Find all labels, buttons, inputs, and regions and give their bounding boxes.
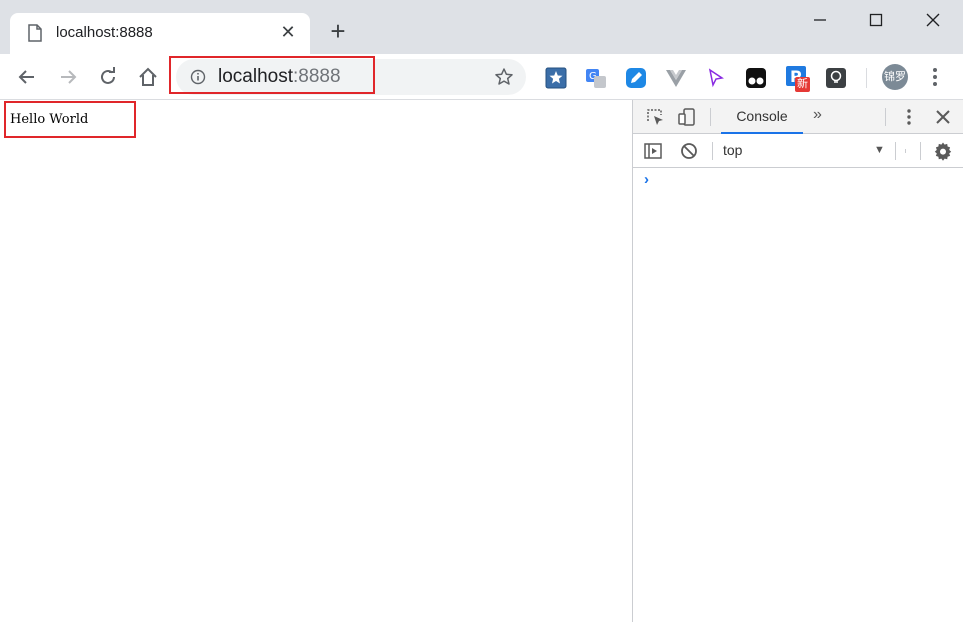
toolbar-separator bbox=[866, 68, 867, 88]
devtools-separator bbox=[710, 108, 711, 126]
devtools-separator bbox=[895, 142, 896, 160]
vue-devtools-icon[interactable] bbox=[665, 67, 687, 89]
inspect-element-icon[interactable] bbox=[645, 107, 665, 127]
close-icon[interactable]: ✕ bbox=[278, 22, 298, 42]
star-icon[interactable] bbox=[494, 67, 514, 87]
kebab-menu-icon[interactable] bbox=[926, 66, 944, 88]
bookmark-star-extension-icon[interactable] bbox=[545, 67, 567, 89]
maximize-icon[interactable] bbox=[864, 8, 888, 32]
minimize-icon[interactable] bbox=[808, 8, 832, 32]
file-icon bbox=[28, 24, 42, 42]
lightbulb-extension-icon[interactable] bbox=[825, 67, 847, 89]
execution-context-select[interactable]: top bbox=[723, 142, 742, 158]
cursor-extension-icon[interactable] bbox=[705, 67, 727, 89]
console-prompt[interactable]: › bbox=[644, 171, 649, 188]
clear-console-icon[interactable] bbox=[679, 141, 699, 161]
pinyin-extension-icon[interactable]: P 新 bbox=[785, 65, 813, 93]
devtools-panel: Console » top ▼ › bbox=[632, 100, 963, 622]
forward-arrow-icon[interactable] bbox=[56, 65, 80, 89]
reload-icon[interactable] bbox=[96, 65, 120, 89]
devtools-separator bbox=[920, 142, 921, 160]
devtools-separator bbox=[885, 108, 886, 126]
text-highlight-box bbox=[4, 101, 136, 138]
console-toolbar: top ▼ bbox=[633, 134, 963, 168]
kebab-menu-icon[interactable] bbox=[899, 107, 919, 127]
translate-extension-icon[interactable]: G bbox=[585, 67, 607, 89]
tab-localhost[interactable]: localhost:8888 ✕ bbox=[10, 13, 310, 54]
tampermonkey-icon[interactable] bbox=[745, 67, 767, 89]
device-toolbar-icon[interactable] bbox=[677, 107, 697, 127]
avatar[interactable]: 锦罗 bbox=[882, 64, 908, 90]
browser-window: localhost:8888 ✕ + localhost:8888 G 新 锦罗… bbox=[0, 0, 963, 622]
address-highlight-box bbox=[169, 56, 375, 94]
console-output[interactable]: › bbox=[633, 168, 963, 622]
chevron-down-icon[interactable]: ▼ bbox=[874, 144, 885, 156]
plus-icon[interactable]: + bbox=[326, 18, 350, 44]
more-tabs-button[interactable]: » bbox=[813, 106, 822, 124]
tab-console[interactable]: Console bbox=[721, 100, 803, 134]
window-close-icon[interactable] bbox=[921, 8, 945, 32]
devtools-separator bbox=[712, 142, 713, 160]
edit-extension-icon[interactable] bbox=[625, 67, 647, 89]
filter-stub bbox=[905, 149, 906, 153]
page-viewport: Hello World bbox=[0, 100, 632, 622]
gear-icon[interactable] bbox=[933, 141, 953, 161]
home-icon[interactable] bbox=[136, 65, 160, 89]
devtools-tab-bar: Console » bbox=[633, 100, 963, 134]
tab-title: localhost:8888 bbox=[56, 24, 153, 41]
sidebar-toggle-icon[interactable] bbox=[643, 141, 663, 161]
new-badge: 新 bbox=[795, 77, 810, 92]
back-arrow-icon[interactable] bbox=[15, 65, 39, 89]
tab-strip: localhost:8888 ✕ + bbox=[0, 0, 963, 54]
browser-toolbar: localhost:8888 G 新 锦罗 bbox=[0, 54, 963, 100]
close-icon[interactable] bbox=[933, 107, 953, 127]
